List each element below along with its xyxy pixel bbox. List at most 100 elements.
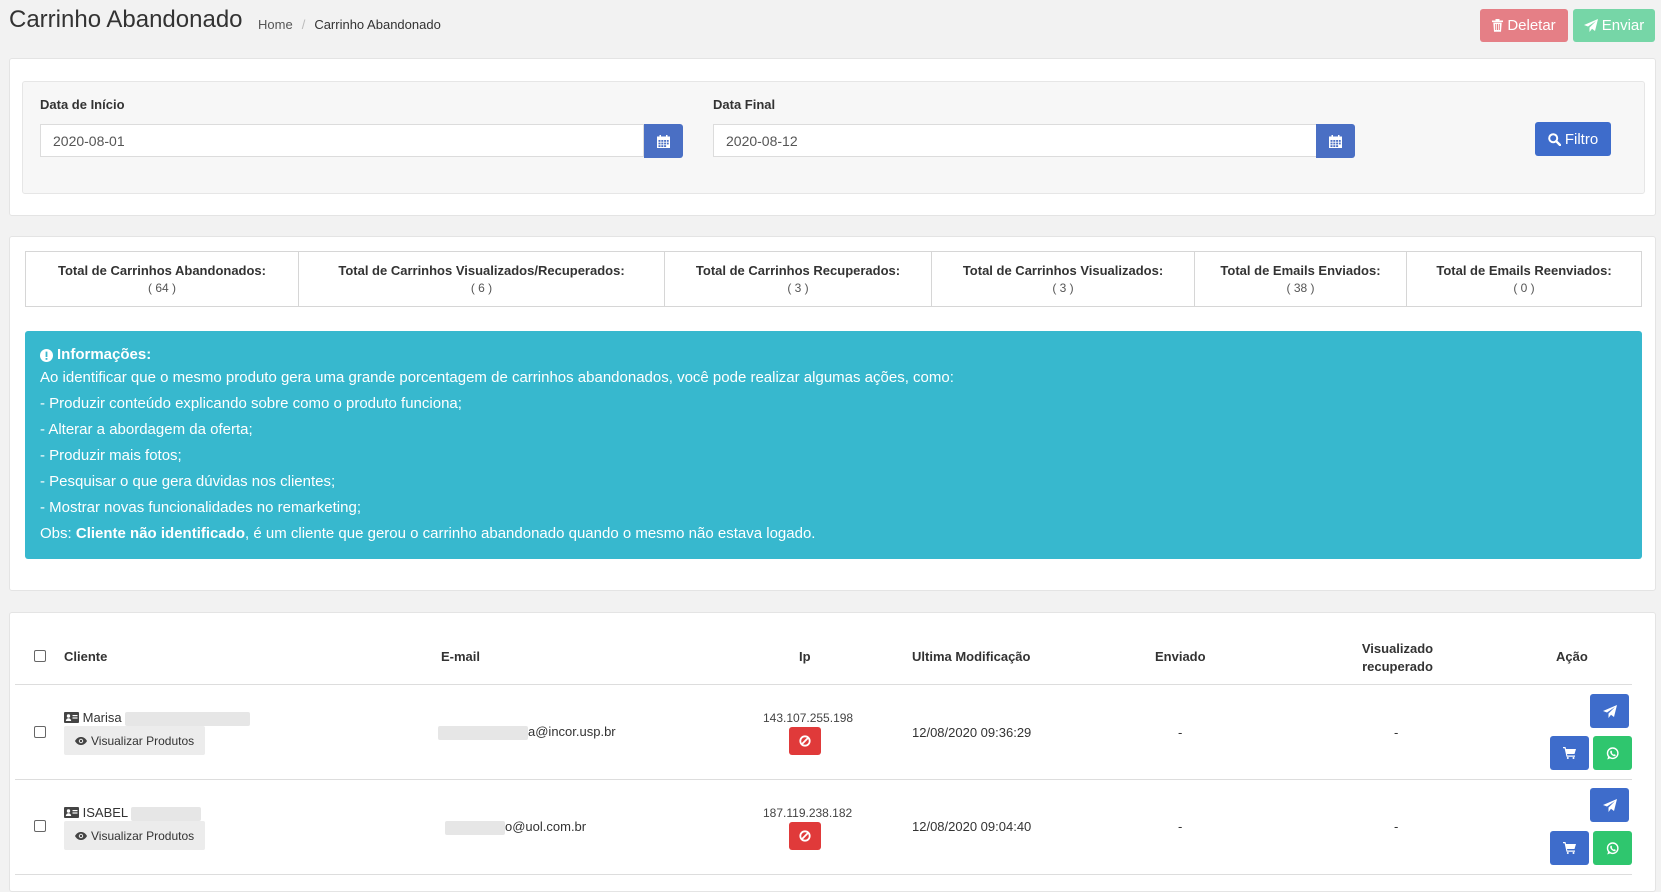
redacted-surname [125,711,251,726]
table-header-divider [15,684,1632,685]
cart-icon [1563,747,1576,759]
start-date-calendar-button[interactable] [644,124,683,158]
sent-status: - [1178,725,1183,740]
column-header-sent[interactable]: Enviado [1155,649,1206,664]
page-title: Carrinho Abandonado [9,6,243,33]
breadcrumb-home[interactable]: Home [258,17,293,32]
stat-value: ( 0 ) [1513,281,1535,295]
search-icon [1548,132,1561,146]
column-header-email[interactable]: E-mail [441,649,480,664]
end-date-calendar-button[interactable] [1316,124,1355,158]
id-card-icon [64,712,79,723]
eye-icon [75,831,87,840]
row-checkbox[interactable] [34,820,46,832]
stat-emails-resent: Total de Emails Reenviados: ( 0 ) [1407,252,1641,306]
delete-button[interactable]: Deletar [1480,9,1568,42]
block-ip-button[interactable] [789,727,821,755]
stat-emails-sent: Total de Emails Enviados: ( 38 ) [1195,252,1407,306]
filter-button[interactable]: Filtro [1535,122,1611,156]
info-alert: Informações: Ao identificar que o mesmo … [25,331,1642,559]
ban-icon [799,735,811,747]
row-divider [15,779,1632,780]
column-header-ip[interactable]: Ip [799,649,811,664]
whatsapp-icon [1606,841,1619,854]
stats-card: Total de Carrinhos Abandonados: ( 64 ) T… [9,236,1656,591]
stat-viewed-recovered: Total de Carrinhos Visualizados/Recupera… [299,252,665,306]
cart-icon [1563,842,1576,854]
client-ip: 187.119.238.182 [763,806,853,820]
breadcrumb-current: Carrinho Abandonado [314,17,441,32]
row-checkbox[interactable] [34,726,46,738]
client-email-text: a@incor.usp.br [528,724,616,739]
client-name: ISABEL [64,805,202,821]
block-ip-button[interactable] [789,822,821,850]
info-line: - Alterar a abordagem da oferta; [40,421,253,438]
stat-label: Total de Emails Enviados: [1220,263,1381,278]
select-all-checkbox[interactable] [34,650,46,662]
column-header-action: Ação [1556,649,1588,664]
start-date-label: Data de Início [40,97,125,112]
stat-value: ( 3 ) [787,281,809,295]
obs-bold: Cliente não identificado [75,525,246,542]
info-line: - Mostrar novas funcionalidades no remar… [40,499,361,516]
calendar-icon [1329,134,1342,148]
paper-plane-icon [1583,19,1598,32]
view-cart-button[interactable] [1550,736,1589,770]
stat-value: ( 38 ) [1286,281,1315,295]
last-modified: 12/08/2020 09:36:29 [912,725,1032,740]
stat-abandoned: Total de Carrinhos Abandonados: ( 64 ) [26,252,299,306]
client-name-text: ISABEL [82,805,128,820]
breadcrumb-separator: / [301,17,306,32]
id-card-icon [64,807,79,818]
redacted-surname [131,806,202,821]
column-header-viewed[interactable]: Visualizado recuperado [1340,640,1455,676]
stat-label: Total de Carrinhos Visualizados: [962,263,1164,278]
stat-viewed: Total de Carrinhos Visualizados: ( 3 ) [932,252,1195,306]
client-name: Marisa [64,710,251,726]
whatsapp-button[interactable] [1593,736,1632,770]
info-line: - Produzir conteúdo explicando sobre com… [40,395,462,412]
column-header-viewed-line2: recuperado [1362,659,1433,674]
paper-plane-icon [1602,704,1617,718]
exclamation-circle-icon [40,348,53,362]
stat-recovered: Total de Carrinhos Recuperados: ( 3 ) [665,252,932,306]
eye-icon [75,736,87,745]
viewed-status: - [1394,819,1399,834]
send-button[interactable]: Enviar [1573,9,1655,42]
column-header-viewed-line1: Visualizado [1361,641,1434,656]
breadcrumb: Home / Carrinho Abandonado [258,17,441,32]
end-date-label: Data Final [713,97,776,112]
info-title: Informações: [40,345,1627,365]
client-ip: 143.107.255.198 [763,711,854,725]
info-line: - Pesquisar o que gera dúvidas nos clien… [40,473,336,490]
info-title-text: Informações: [57,346,152,363]
view-products-button[interactable]: Visualizar Produtos [64,726,206,755]
stats-table: Total de Carrinhos Abandonados: ( 64 ) T… [25,251,1642,307]
send-button-label: Enviar [1601,17,1645,34]
info-obs: Obs: Cliente não identificado, é um clie… [40,521,1627,547]
stat-label: Total de Emails Reenviados: [1436,263,1612,278]
paper-plane-icon [1602,798,1617,812]
info-line: Ao identificar que o mesmo produto gera … [40,369,954,386]
view-products-label: Visualizar Produtos [91,733,195,748]
sent-status: - [1178,819,1183,834]
column-header-modified[interactable]: Ultima Modificação [912,649,1030,664]
send-email-button[interactable] [1590,788,1629,822]
send-email-button[interactable] [1590,694,1629,728]
end-date-input[interactable] [713,124,1317,157]
view-cart-button[interactable] [1550,831,1589,865]
stat-value: ( 3 ) [1052,281,1074,295]
client-name-text: Marisa [82,710,122,725]
start-date-input[interactable] [40,124,644,157]
stat-label: Total de Carrinhos Visualizados/Recupera… [338,263,625,278]
trash-icon [1492,19,1504,32]
client-email-text: o@uol.com.br [505,819,587,834]
stat-label: Total de Carrinhos Abandonados: [57,263,266,278]
view-products-button[interactable]: Visualizar Produtos [64,821,206,850]
ban-icon [799,830,811,842]
stat-value: ( 6 ) [470,281,493,295]
last-modified: 12/08/2020 09:04:40 [912,819,1032,834]
view-products-label: Visualizar Produtos [91,828,195,843]
column-header-cliente[interactable]: Cliente [64,649,107,664]
whatsapp-button[interactable] [1593,831,1632,865]
